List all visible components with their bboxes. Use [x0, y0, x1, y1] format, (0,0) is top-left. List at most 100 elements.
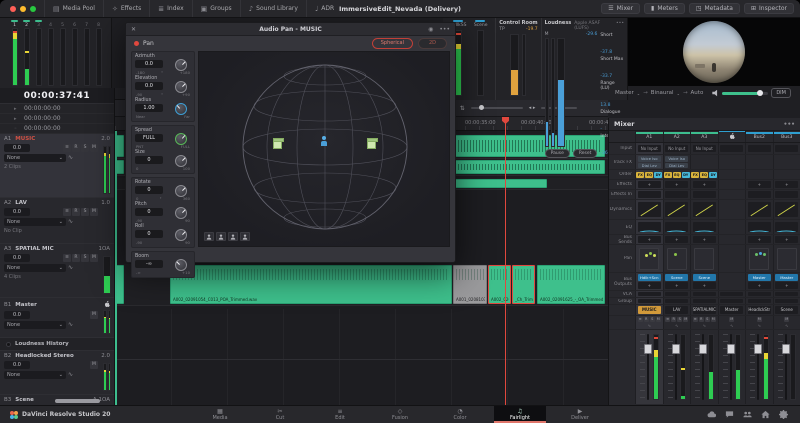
strip-button-m[interactable]: M: [729, 317, 735, 322]
add-bus-output-button[interactable]: +: [665, 282, 689, 289]
speaker-icon[interactable]: [712, 89, 718, 97]
vca-slot[interactable]: [665, 292, 689, 296]
effects-in-toggle[interactable]: [692, 191, 716, 198]
listener-avatar[interactable]: [321, 136, 327, 146]
fader-handle[interactable]: [781, 344, 790, 354]
timecode-field[interactable]: ◦ 00:00:00:00: [0, 124, 114, 134]
track-button-s[interactable]: S: [81, 254, 89, 262]
strip-name-music[interactable]: MUSIC: [637, 306, 661, 314]
strip-button-r[interactable]: R: [698, 317, 704, 322]
group-slot[interactable]: [692, 299, 716, 303]
automation-curve-icon[interactable]: ∿: [703, 323, 706, 328]
listener-top-button[interactable]: [228, 232, 238, 241]
vca-slot[interactable]: [720, 292, 744, 296]
toolbar-button-adr[interactable]: ♩ ADR: [305, 0, 342, 17]
horizontal-zoom-slider[interactable]: [470, 105, 523, 110]
track-button-≡[interactable]: ≡: [63, 144, 71, 152]
order-chip-eq[interactable]: EQ: [700, 171, 709, 178]
audio-clip[interactable]: [455, 160, 605, 174]
eq-graph[interactable]: [665, 221, 689, 233]
knob-value-field[interactable]: 0: [135, 156, 163, 164]
track-button-≡[interactable]: ≡: [63, 208, 71, 216]
add-effect-button[interactable]: +: [637, 181, 661, 188]
dynamics-graph[interactable]: [692, 202, 716, 217]
playhead-line[interactable]: [505, 117, 506, 405]
listener-rear-button[interactable]: [216, 232, 226, 241]
vca-slot[interactable]: [637, 292, 661, 296]
toolbar-button-groups[interactable]: ▣ Groups: [191, 0, 240, 17]
knob-value-field[interactable]: 0: [135, 230, 163, 238]
order-chip-dy[interactable]: DY: [681, 171, 690, 178]
mixer-strip-header-a3[interactable]: A3: [690, 131, 718, 142]
fullscreen-window-button[interactable]: [30, 5, 36, 12]
automation-curve-icon[interactable]: ∿: [785, 323, 788, 328]
bus-send-button[interactable]: +: [637, 236, 661, 243]
track-button-r[interactable]: R: [72, 144, 80, 152]
add-effect-button[interactable]: +: [692, 181, 716, 188]
track-header-a2[interactable]: A2 LAV 1.0 0.0 ≡ R S M None ⌄ ∿ No Clip: [0, 198, 114, 244]
strip-button-m[interactable]: M: [784, 317, 790, 322]
track-header-b1[interactable]: B1 Master 0.0 M None ⌄ ∿: [0, 298, 114, 338]
tab-edit[interactable]: ≡ Edit: [314, 406, 366, 423]
pan-grid[interactable]: [666, 247, 687, 270]
track-button-m[interactable]: M: [90, 208, 98, 216]
vca-slot[interactable]: [775, 292, 799, 296]
timecode-field[interactable]: ▸ 00:00:00:00: [0, 114, 114, 124]
loudness-history-toggle[interactable]: [6, 341, 11, 347]
order-chip-eq[interactable]: EQ: [672, 171, 681, 178]
order-chip-dy[interactable]: DY: [654, 171, 663, 178]
strip-button-m[interactable]: M: [683, 317, 689, 322]
trackfx-chip[interactable]: Voice Iso: [665, 156, 689, 162]
horizontal-scrollbar[interactable]: [55, 399, 100, 403]
audio-clip-selected[interactable]: A002_02091448_: [488, 265, 511, 304]
strip-name-scene[interactable]: Scene: [775, 306, 799, 314]
fader-handle[interactable]: [644, 344, 652, 354]
track-gain-value[interactable]: 0.0: [4, 361, 30, 369]
knob-value-field[interactable]: 1.00: [135, 104, 163, 112]
tab-cut[interactable]: ✂ Cut: [254, 406, 306, 423]
strip-button-m[interactable]: M: [756, 317, 762, 322]
pan-mode-spherical[interactable]: Spherical: [371, 37, 413, 49]
track-gain-value[interactable]: 0.0: [4, 254, 30, 262]
eq-graph[interactable]: [637, 221, 661, 233]
fader-handle[interactable]: [726, 344, 735, 354]
input-selector[interactable]: No Input: [665, 145, 689, 152]
strip-button-s[interactable]: S: [677, 317, 683, 322]
loudness-mode[interactable]: Apple ASAF (LUFS): [574, 21, 613, 31]
loudness-menu-icon[interactable]: •••: [616, 21, 624, 26]
bus-output-chip[interactable]: Master: [775, 274, 799, 281]
strip-name-lav[interactable]: LAV: [665, 306, 689, 314]
knob-value-field[interactable]: 0.0: [135, 82, 163, 90]
order-chip-dy[interactable]: DY: [709, 171, 718, 178]
fader-handle[interactable]: [699, 344, 707, 354]
mixer-strip-header-master[interactable]: [717, 131, 745, 142]
group-slot[interactable]: [665, 299, 689, 303]
audio-clip-edge[interactable]: [116, 160, 124, 174]
automation-curve-icon[interactable]: ∿: [675, 323, 678, 328]
toolbar-button-sound-library[interactable]: ♪ Sound Library: [239, 0, 306, 17]
bus-send-button[interactable]: +: [775, 236, 799, 243]
track-button-m[interactable]: M: [90, 254, 98, 262]
toolbar-button-inspector[interactable]: ⊞ Inspector: [743, 3, 794, 14]
bus-send-button[interactable]: +: [747, 236, 771, 243]
strip-name-headlckstr[interactable]: HeadlckStr: [747, 306, 771, 314]
add-bus-output-button[interactable]: +: [747, 282, 771, 289]
plugin-dropdown[interactable]: None ⌄: [4, 154, 66, 162]
knob-value-field[interactable]: FULL: [135, 134, 163, 142]
input-selector[interactable]: [720, 145, 744, 152]
effects-in-toggle[interactable]: [775, 191, 799, 198]
fader-handle[interactable]: [671, 344, 680, 354]
eq-graph[interactable]: [747, 221, 771, 233]
track-gain-value[interactable]: 0.0: [4, 208, 30, 216]
input-selector[interactable]: No Input: [692, 145, 716, 152]
input-selector[interactable]: [747, 145, 771, 152]
settings-icon[interactable]: [779, 410, 788, 419]
add-effect-button[interactable]: +: [747, 181, 771, 188]
pan-grid[interactable]: [749, 247, 770, 270]
input-selector[interactable]: No Input: [637, 145, 661, 152]
audio-clip[interactable]: A002_02091054_C013_POA_Trimmed.wav: [170, 265, 452, 304]
audio-clip[interactable]: [455, 179, 547, 188]
order-chip-fx[interactable]: FX: [691, 171, 700, 178]
automation-curve-icon[interactable]: ∿: [68, 264, 73, 272]
track-button-r[interactable]: R: [72, 254, 80, 262]
